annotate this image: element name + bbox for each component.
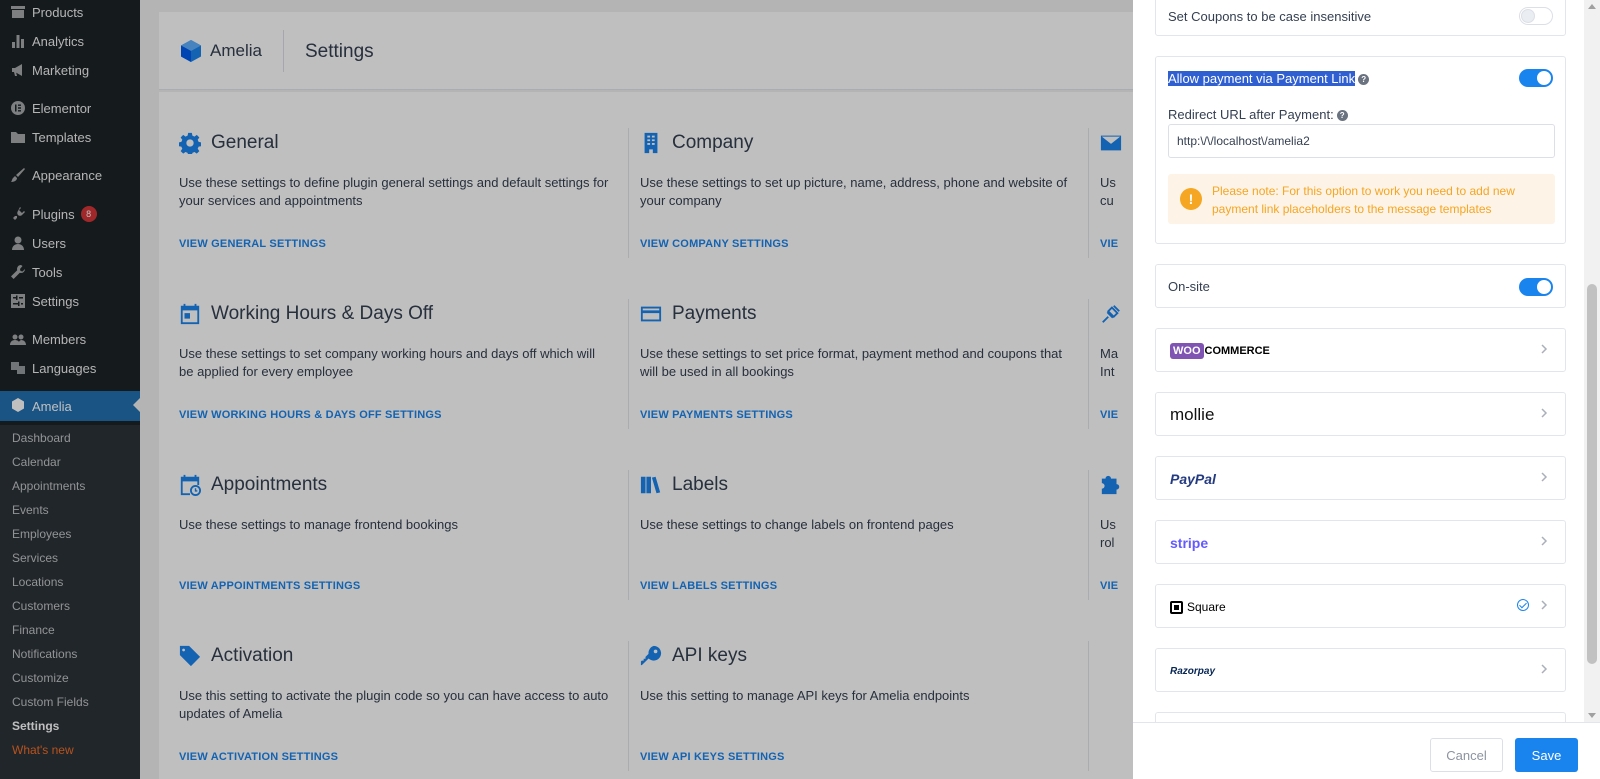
- redirect-url-label: Redirect URL after Payment:?: [1168, 107, 1348, 122]
- gateway-partial[interactable]: [1155, 712, 1566, 722]
- chevron-right-icon: [1537, 534, 1551, 548]
- chevron-right-icon: [1537, 406, 1551, 420]
- gateway-woocommerce[interactable]: WOO COMMERCE: [1155, 328, 1566, 372]
- onsite-toggle[interactable]: [1519, 278, 1553, 296]
- help-icon: ?: [1336, 110, 1348, 121]
- onsite-label: On-site: [1168, 279, 1210, 294]
- scroll-up-arrow[interactable]: [1588, 4, 1596, 9]
- gateway-square[interactable]: Square: [1155, 584, 1566, 628]
- scroll-down-arrow[interactable]: [1588, 713, 1596, 718]
- chevron-right-icon: [1537, 470, 1551, 484]
- drawer-body: Set Coupons to be case insensitive Allow…: [1133, 0, 1584, 722]
- cancel-button[interactable]: Cancel: [1430, 738, 1503, 772]
- coupons-case-row: Set Coupons to be case insensitive: [1155, 0, 1566, 36]
- payment-link-toggle[interactable]: [1519, 69, 1553, 87]
- warning-text: Please note: For this option to work you…: [1212, 184, 1515, 216]
- coupons-case-label: Set Coupons to be case insensitive: [1168, 9, 1372, 24]
- square-logo: Square: [1170, 597, 1226, 617]
- drawer-scrollbar-thumb[interactable]: [1587, 284, 1597, 664]
- redirect-url-input[interactable]: [1168, 124, 1555, 158]
- gateway-mollie[interactable]: mollie: [1155, 392, 1566, 436]
- gateway-razorpay[interactable]: Razorpay: [1155, 648, 1566, 692]
- drawer-footer: Cancel Save: [1133, 722, 1600, 779]
- razorpay-logo: Razorpay: [1170, 665, 1216, 677]
- help-icon: ?: [1358, 74, 1370, 85]
- woocommerce-logo: WOO COMMERCE: [1170, 341, 1270, 361]
- chevron-right-icon: [1537, 342, 1551, 356]
- chevron-right-icon: [1537, 598, 1551, 612]
- chevron-right-icon: [1537, 662, 1551, 676]
- paypal-logo: PayPal: [1170, 471, 1216, 487]
- save-button[interactable]: Save: [1515, 738, 1578, 772]
- warning-icon: !: [1180, 188, 1202, 210]
- payments-settings-drawer: Set Coupons to be case insensitive Allow…: [1133, 0, 1600, 779]
- stripe-logo: stripe: [1170, 535, 1209, 551]
- payment-link-label: Allow payment via Payment Link?: [1168, 71, 1370, 86]
- gateway-stripe[interactable]: stripe: [1155, 520, 1566, 564]
- placeholder-warning-note: ! Please note: For this option to work y…: [1168, 174, 1555, 224]
- coupons-case-toggle[interactable]: [1519, 7, 1553, 25]
- gateway-paypal[interactable]: PayPal: [1155, 456, 1566, 500]
- connected-check-icon: [1517, 599, 1529, 611]
- payment-link-section: Allow payment via Payment Link? Redirect…: [1155, 56, 1566, 244]
- mollie-logo: mollie: [1170, 405, 1215, 424]
- onsite-row: On-site: [1155, 264, 1566, 308]
